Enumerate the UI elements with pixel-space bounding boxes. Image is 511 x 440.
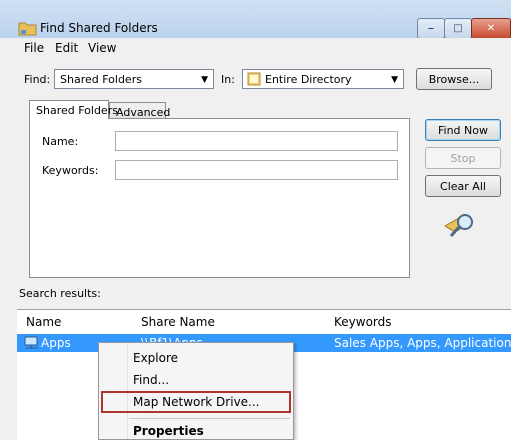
context-menu-map-network-drive[interactable]: Map Network Drive... bbox=[133, 395, 260, 409]
menu-edit[interactable]: Edit bbox=[55, 41, 78, 55]
row-keywords: Sales Apps, Apps, Applications bbox=[334, 336, 511, 350]
tab-shared-folders[interactable]: Shared Folders bbox=[29, 100, 118, 119]
search-results-label: Search results: bbox=[19, 287, 101, 300]
network-share-icon bbox=[24, 336, 40, 353]
window-title: Find Shared Folders bbox=[40, 21, 158, 35]
keywords-field[interactable] bbox=[115, 160, 398, 180]
close-button[interactable]: ✕ bbox=[471, 18, 511, 39]
find-type-value: Shared Folders bbox=[60, 73, 142, 86]
keywords-label: Keywords: bbox=[42, 164, 99, 177]
name-field[interactable] bbox=[115, 131, 398, 151]
search-criteria-panel: Name: Keywords: bbox=[29, 118, 410, 278]
menu-bar: File Edit View bbox=[0, 38, 511, 57]
name-label: Name: bbox=[42, 135, 79, 148]
find-shared-folders-window: Find Shared Folders ⎯ □ ✕ File Edit View… bbox=[0, 0, 511, 440]
title-bar[interactable]: Find Shared Folders ⎯ □ ✕ bbox=[0, 0, 511, 39]
row-name: Apps bbox=[41, 336, 71, 350]
chevron-down-icon: ▼ bbox=[391, 75, 398, 85]
maximize-button[interactable]: □ bbox=[444, 18, 472, 39]
minimize-button[interactable]: ⎯ bbox=[417, 18, 445, 39]
find-now-button[interactable]: Find Now bbox=[425, 119, 501, 141]
shared-folder-icon bbox=[18, 20, 38, 36]
context-menu-explore[interactable]: Explore bbox=[133, 351, 178, 365]
minimize-icon: ⎯ bbox=[428, 23, 434, 34]
chevron-down-icon: ▼ bbox=[201, 75, 208, 85]
in-label: In: bbox=[221, 73, 235, 86]
close-icon: ✕ bbox=[486, 23, 496, 34]
in-location-value: Entire Directory bbox=[265, 73, 352, 86]
clear-all-button[interactable]: Clear All bbox=[425, 175, 501, 197]
column-header-name[interactable]: Name bbox=[26, 315, 61, 329]
magnifier-folder-icon bbox=[443, 212, 477, 245]
find-type-dropdown[interactable]: Shared Folders ▼ bbox=[54, 69, 214, 89]
context-menu-separator bbox=[129, 418, 290, 419]
context-menu-find[interactable]: Find... bbox=[133, 373, 169, 387]
column-header-keywords[interactable]: Keywords bbox=[334, 315, 392, 329]
find-row: Find: Shared Folders ▼ In: Entire Direct… bbox=[0, 68, 511, 92]
in-location-dropdown[interactable]: Entire Directory ▼ bbox=[242, 69, 404, 89]
directory-icon bbox=[247, 72, 261, 89]
context-menu: Explore Find... Map Network Drive... Pro… bbox=[98, 342, 294, 440]
menu-view[interactable]: View bbox=[88, 41, 116, 55]
menu-file[interactable]: File bbox=[24, 41, 44, 55]
column-header-share-name[interactable]: Share Name bbox=[141, 315, 215, 329]
maximize-icon: □ bbox=[453, 23, 463, 34]
browse-button[interactable]: Browse... bbox=[416, 68, 492, 90]
find-label: Find: bbox=[24, 73, 51, 86]
context-menu-properties[interactable]: Properties bbox=[133, 424, 204, 438]
stop-button[interactable]: Stop bbox=[425, 147, 501, 169]
